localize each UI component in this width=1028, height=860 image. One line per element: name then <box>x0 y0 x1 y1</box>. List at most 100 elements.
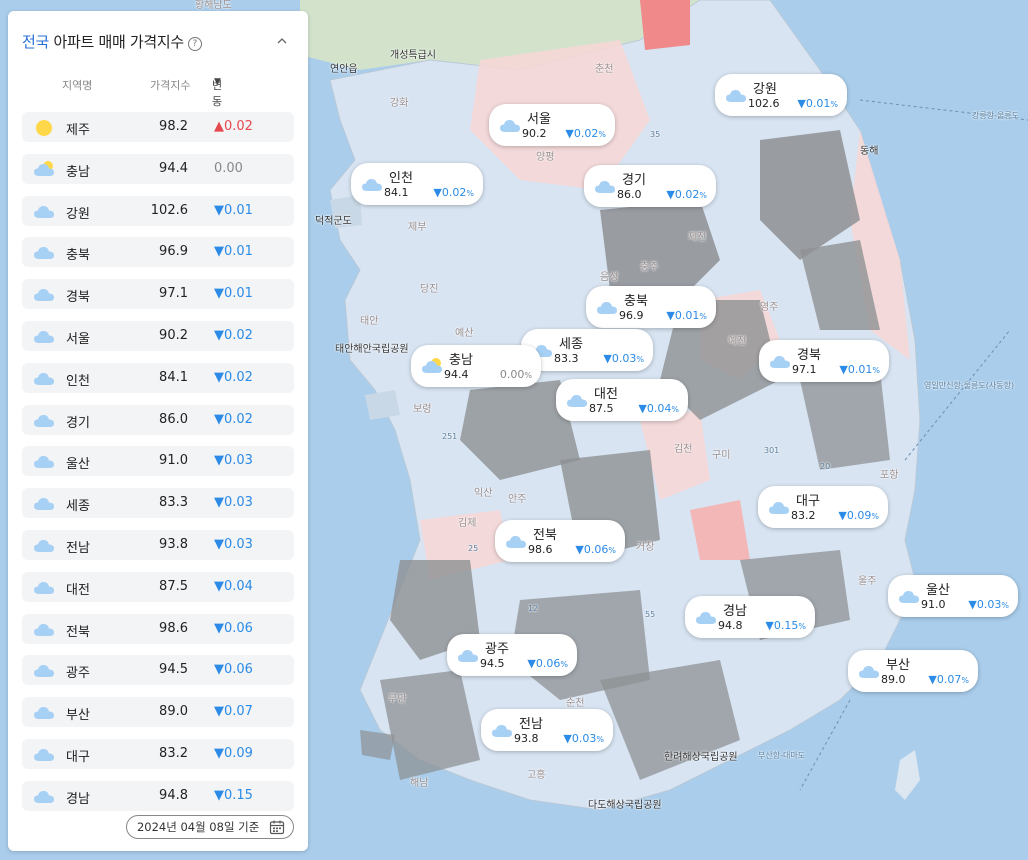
chevron-up-icon[interactable] <box>274 33 290 49</box>
percent-sign: % <box>872 366 880 375</box>
region-row[interactable]: 서울 90.2 ▼0.02 <box>22 320 294 351</box>
map-change-rate-value: 0.09 <box>846 509 872 522</box>
region-row[interactable]: 경기 86.0 ▼0.02 <box>22 404 294 435</box>
map-label-bubble[interactable]: 부산 89.0 ▼0.07% <box>848 650 978 692</box>
region-row[interactable]: 인천 84.1 ▼0.02 <box>22 362 294 393</box>
cloud-icon <box>458 650 478 662</box>
calendar-icon[interactable] <box>269 819 285 835</box>
region-row[interactable]: 제주 98.2 ▲0.02 <box>22 112 294 142</box>
region-row[interactable]: 대구 83.2 ▼0.09 <box>22 738 294 769</box>
region-row[interactable]: 경북 97.1 ▼0.01 <box>22 279 294 310</box>
map-change-rate: ▼0.01% <box>666 309 707 322</box>
map-region-name: 경남 <box>723 604 747 619</box>
map-place-name: 김제 <box>458 518 477 529</box>
map-label-bubble[interactable]: 경기 86.0 ▼0.02% <box>584 165 716 207</box>
map-place-name: 양평 <box>536 152 555 163</box>
down-arrow-icon: ▼ <box>214 369 224 385</box>
map-change-rate: ▼0.03% <box>968 598 1009 611</box>
region-list: 제주 98.2 ▲0.02 충남 94.4 0.00 강원 102.6 ▼0.01 충북 96.9 ▼… <box>22 112 294 823</box>
percent-sign: % <box>798 622 806 631</box>
region-selector[interactable]: 전국 <box>22 33 49 51</box>
change-rate-value: 0.02 <box>224 327 253 343</box>
region-row[interactable]: 충남 94.4 0.00 <box>22 153 294 184</box>
map-label-bubble[interactable]: 경북 97.1 ▼0.01% <box>759 340 889 382</box>
region-row[interactable]: 울산 91.0 ▼0.03 <box>22 446 294 477</box>
change-rate-value: 0.03 <box>224 536 253 552</box>
change-rate: ▼0.06 <box>214 662 253 677</box>
column-header-region: 지역명 <box>62 79 93 92</box>
map-place-name: 순천 <box>566 698 585 709</box>
percent-sign: % <box>636 355 644 364</box>
price-index-value: 83.2 <box>159 745 188 761</box>
map-label-bubble[interactable]: 충남 94.4 0.00% <box>411 345 541 387</box>
map-place-name: 다도해상국립공원 <box>588 800 662 811</box>
map-place-name: 영주 <box>760 302 779 313</box>
region-row[interactable]: 대전 87.5 ▼0.04 <box>22 571 294 602</box>
map-region-name: 전북 <box>533 528 557 543</box>
map-place-name: 301 <box>764 446 780 455</box>
map-label-bubble[interactable]: 충북 96.9 ▼0.01% <box>586 286 716 328</box>
down-arrow-icon: ▼ <box>666 309 675 322</box>
map-place-name: 해남 <box>410 778 429 789</box>
change-rate-value: 0.07 <box>224 704 253 720</box>
map-region-name: 강원 <box>753 82 777 97</box>
map-place-name: 무안 <box>388 694 407 705</box>
map-place-name: 동해 <box>860 146 879 157</box>
map-label-bubble[interactable]: 전남 93.8 ▼0.03% <box>481 709 613 751</box>
down-arrow-icon: ▼ <box>638 402 647 415</box>
map-label-bubble[interactable]: 서울 90.2 ▼0.02% <box>489 104 615 146</box>
map-price-index: 87.5 <box>589 402 614 415</box>
cloud-icon <box>859 666 879 678</box>
change-rate-value: 0.01 <box>224 244 253 260</box>
change-rate: ▼0.06 <box>214 621 253 636</box>
change-rate: ▼0.02 <box>214 412 253 427</box>
region-name: 전북 <box>66 624 90 640</box>
cloud-icon <box>34 247 54 260</box>
region-row[interactable]: 경남 94.8 ▼0.15 <box>22 780 294 811</box>
map-change-rate-value: 0.03 <box>976 598 1002 611</box>
cloud-icon <box>34 205 54 218</box>
map-label-bubble[interactable]: 대구 83.2 ▼0.09% <box>758 486 888 528</box>
map-change-rate-value: 0.02 <box>573 127 599 140</box>
region-row[interactable]: 세종 83.3 ▼0.03 <box>22 488 294 519</box>
region-row[interactable]: 광주 94.5 ▼0.06 <box>22 655 294 686</box>
map-label-bubble[interactable]: 전북 98.6 ▼0.06% <box>495 520 625 562</box>
column-headers: 지역명 가격지수 변동률(%)▼ <box>22 77 294 138</box>
map-label-bubble[interactable]: 광주 94.5 ▼0.06% <box>447 634 577 676</box>
price-index-value: 94.5 <box>159 662 188 678</box>
cloud-icon <box>34 581 54 594</box>
cloud-icon <box>726 90 746 102</box>
map-price-index: 102.6 <box>748 97 780 110</box>
map-label-bubble[interactable]: 경남 94.8 ▼0.15% <box>685 596 815 638</box>
down-arrow-icon: ▼ <box>214 745 224 761</box>
map-label-bubble[interactable]: 대전 87.5 ▼0.04% <box>556 379 688 421</box>
map-label-bubble[interactable]: 강원 102.6 ▼0.01% <box>715 74 847 116</box>
map-label-bubble[interactable]: 인천 84.1 ▼0.02% <box>351 163 483 205</box>
region-row[interactable]: 충북 96.9 ▼0.01 <box>22 237 294 268</box>
map-region-name: 대전 <box>594 387 618 402</box>
region-row[interactable]: 부산 89.0 ▼0.07 <box>22 697 294 728</box>
map-change-rate: ▼0.01% <box>839 363 880 376</box>
cloud-icon <box>506 536 526 548</box>
sort-desc-icon[interactable]: ▼ <box>214 77 221 87</box>
cloud-icon <box>500 120 520 132</box>
region-row[interactable]: 전북 98.6 ▼0.06 <box>22 613 294 644</box>
map-place-name: 충주 <box>640 262 659 273</box>
panel-title-text: 아파트 매매 가격지수 <box>49 33 184 51</box>
region-row[interactable]: 강원 102.6 ▼0.01 <box>22 195 294 226</box>
down-arrow-icon: ▼ <box>214 495 224 511</box>
cloud-icon <box>34 498 54 511</box>
map-place-name: 음성 <box>600 272 619 283</box>
map-change-rate: 0.00% <box>500 368 532 381</box>
map-price-index: 89.0 <box>881 673 906 686</box>
help-icon[interactable]: ? <box>187 37 202 51</box>
map-place-name: 제부 <box>408 222 427 233</box>
percent-sign: % <box>524 371 532 380</box>
map-place-name: 55 <box>645 610 656 619</box>
price-index-value: 86.0 <box>159 411 188 427</box>
region-name: 세종 <box>66 499 90 515</box>
date-picker[interactable]: 2024년 04월 08일 기준 <box>125 815 294 839</box>
percent-sign: % <box>608 546 616 555</box>
map-label-bubble[interactable]: 울산 91.0 ▼0.03% <box>888 575 1018 617</box>
region-row[interactable]: 전남 93.8 ▼0.03 <box>22 529 294 560</box>
